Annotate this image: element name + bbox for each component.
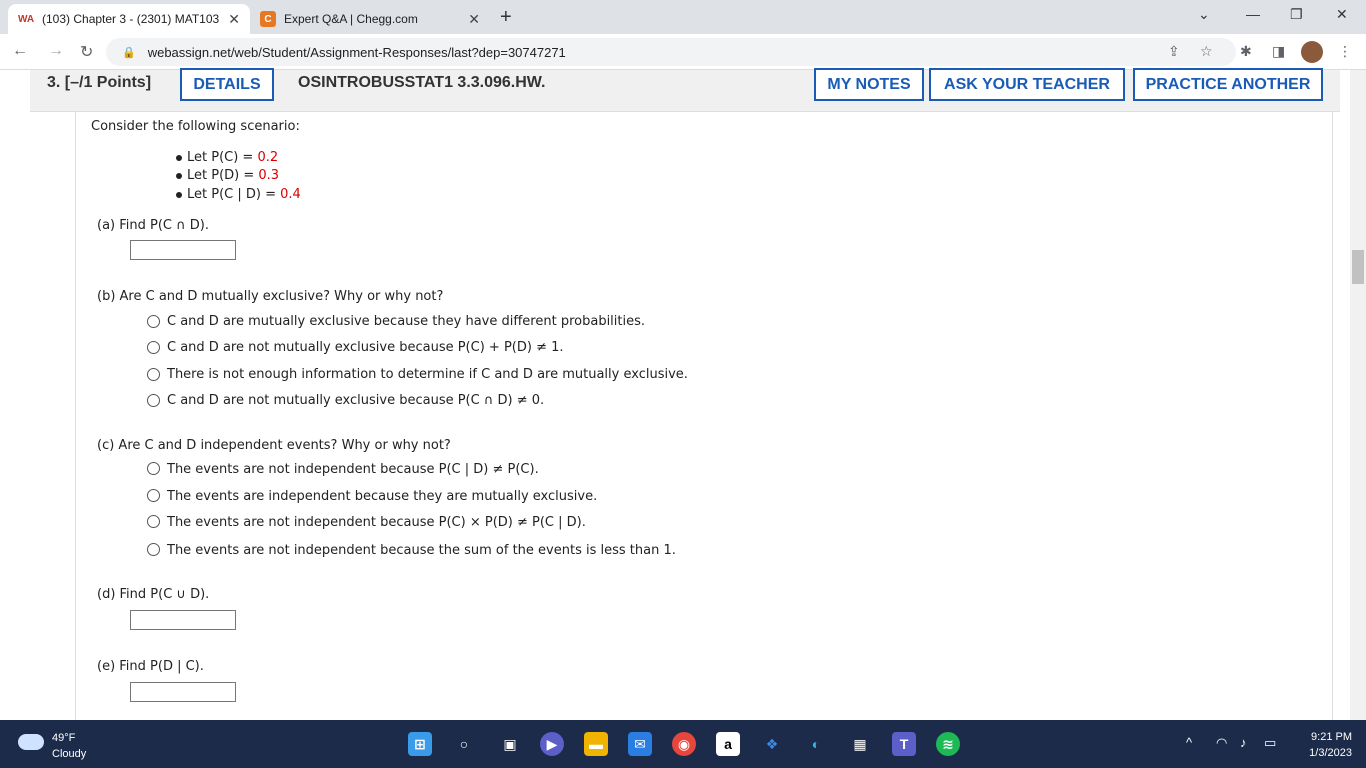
temperature: 49°F bbox=[52, 732, 76, 744]
edge-icon[interactable]: ◐ bbox=[804, 732, 828, 756]
restore-icon[interactable]: ❐ bbox=[1290, 6, 1303, 23]
part-b-option-radio[interactable] bbox=[147, 394, 160, 407]
scenario-intro: Consider the following scenario: bbox=[91, 119, 300, 134]
webassign-favicon-icon: WA bbox=[17, 13, 35, 25]
amazon-icon[interactable]: a bbox=[716, 732, 740, 756]
part-a-answer-input[interactable] bbox=[130, 240, 236, 260]
new-tab-icon[interactable]: + bbox=[500, 6, 512, 29]
scrollbar-thumb[interactable] bbox=[1352, 250, 1364, 284]
part-c-option-radio[interactable] bbox=[147, 462, 160, 475]
part-b-prompt: (b) Are C and D mutually exclusive? Why … bbox=[97, 289, 444, 304]
taskbar: 49°F Cloudy ⊞ ○ ▣ ▶ ▬ ✉ ◉ a ❖ ◐ ▦ T ≋ ^ … bbox=[0, 720, 1366, 768]
volume-icon[interactable]: ♪ bbox=[1240, 735, 1247, 750]
cloud-weather-icon bbox=[18, 734, 44, 750]
page-scrollbar[interactable] bbox=[1350, 70, 1366, 720]
weather-widget[interactable]: 49°F Cloudy bbox=[52, 730, 86, 762]
address-bar: ← → ↻ 🔒 webassign.net/web/Student/Assign… bbox=[0, 34, 1366, 70]
part-d-answer-input[interactable] bbox=[130, 610, 236, 630]
chegg-favicon-icon: C bbox=[260, 11, 276, 27]
question-code: OSINTROBUSSTAT1 3.3.096.HW. bbox=[298, 74, 546, 91]
question-number: 3. [–/1 Points] bbox=[47, 74, 152, 91]
tab-search-chevron-icon[interactable]: ⌄ bbox=[1198, 6, 1210, 23]
part-e-answer-input[interactable] bbox=[130, 682, 236, 702]
show-hidden-icons-icon[interactable]: ^ bbox=[1186, 735, 1192, 750]
part-a-prompt: (a) Find P(C ∩ D). bbox=[97, 218, 209, 233]
close-tab-icon[interactable]: ✕ bbox=[228, 11, 240, 28]
dropbox-icon[interactable]: ❖ bbox=[760, 732, 784, 756]
share-icon[interactable]: ⇪ bbox=[1168, 43, 1180, 60]
task-view-icon[interactable]: ▣ bbox=[498, 732, 522, 756]
part-e-prompt: (e) Find P(D | C). bbox=[97, 659, 204, 674]
file-explorer-icon[interactable]: ▬ bbox=[584, 732, 608, 756]
part-b-option-label: There is not enough information to deter… bbox=[167, 367, 688, 382]
question-header: 3. [–/1 Points] DETAILS OSINTROBUSSTAT1 … bbox=[30, 68, 1340, 112]
part-c-option-radio[interactable] bbox=[147, 543, 160, 556]
bookmark-star-icon[interactable]: ☆ bbox=[1200, 43, 1213, 60]
weather-condition: Cloudy bbox=[52, 748, 87, 760]
tab-webassign[interactable]: WA (103) Chapter 3 - (2301) MAT103 ✕ bbox=[8, 4, 250, 34]
part-c-prompt: (c) Are C and D independent events? Why … bbox=[97, 438, 451, 453]
part-b-option-label: C and D are not mutually exclusive becau… bbox=[167, 393, 545, 408]
tab-bar: WA (103) Chapter 3 - (2301) MAT103 ✕ C E… bbox=[0, 0, 1366, 34]
spotify-icon[interactable]: ≋ bbox=[936, 732, 960, 756]
scenario-item: Let P(C | D) = 0.4 bbox=[187, 187, 301, 202]
my-notes-button[interactable]: MY NOTES bbox=[814, 68, 924, 101]
part-c-option-label: The events are not independent because P… bbox=[167, 515, 586, 530]
scenario-item: Let P(C) = 0.2 bbox=[187, 150, 279, 165]
minimize-icon[interactable]: — bbox=[1246, 6, 1260, 22]
battery-icon[interactable]: ▭ bbox=[1264, 735, 1276, 751]
bullet-icon bbox=[176, 155, 182, 161]
teams-icon[interactable]: T bbox=[892, 732, 916, 756]
avatar[interactable] bbox=[1301, 41, 1323, 63]
tab-chegg[interactable]: C Expert Q&A | Chegg.com ✕ bbox=[250, 4, 490, 34]
part-c-option-label: The events are not independent because P… bbox=[167, 462, 539, 477]
part-b-option-label: C and D are mutually exclusive because t… bbox=[167, 314, 646, 329]
menu-dots-icon[interactable]: ⋮ bbox=[1338, 43, 1352, 60]
part-d-prompt: (d) Find P(C ∪ D). bbox=[97, 587, 210, 602]
tab-title: (103) Chapter 3 - (2301) MAT103 bbox=[42, 12, 220, 26]
bullet-icon bbox=[176, 173, 182, 179]
part-c-option-label: The events are not independent because t… bbox=[167, 543, 676, 558]
part-b-option-radio[interactable] bbox=[147, 341, 160, 354]
practice-another-button[interactable]: PRACTICE ANOTHER bbox=[1133, 68, 1323, 101]
url-field[interactable]: 🔒 webassign.net/web/Student/Assignment-R… bbox=[106, 38, 1236, 66]
part-c-option-radio[interactable] bbox=[147, 489, 160, 502]
chat-icon[interactable]: ▶ bbox=[540, 732, 564, 756]
sidepanel-icon[interactable]: ◨ bbox=[1272, 43, 1285, 60]
part-b-option-radio[interactable] bbox=[147, 315, 160, 328]
close-window-icon[interactable]: ✕ bbox=[1336, 6, 1348, 23]
clock[interactable]: 9:21 PM 1/3/2023 bbox=[1296, 729, 1352, 761]
search-icon[interactable]: ○ bbox=[452, 732, 476, 756]
windows-start-icon[interactable]: ⊞ bbox=[408, 732, 432, 756]
ask-teacher-button[interactable]: ASK YOUR TEACHER bbox=[929, 68, 1125, 101]
close-tab-icon[interactable]: ✕ bbox=[468, 11, 480, 28]
clock-time: 9:21 PM bbox=[1311, 731, 1352, 743]
part-c-option-label: The events are independent because they … bbox=[167, 489, 598, 504]
chrome-icon[interactable]: ◉ bbox=[672, 732, 696, 756]
scenario-item: Let P(D) = 0.3 bbox=[187, 168, 280, 183]
reload-icon[interactable]: ↻ bbox=[80, 42, 93, 62]
mail-icon[interactable]: ✉ bbox=[628, 732, 652, 756]
extensions-icon[interactable]: ✱ bbox=[1240, 43, 1252, 60]
url-text: webassign.net/web/Student/Assignment-Res… bbox=[147, 44, 566, 60]
forward-icon[interactable]: → bbox=[48, 42, 64, 60]
details-button[interactable]: DETAILS bbox=[180, 68, 274, 101]
question-body: Consider the following scenario: Let P(C… bbox=[75, 112, 1333, 720]
app-grid-icon[interactable]: ▦ bbox=[848, 732, 872, 756]
lock-icon: 🔒 bbox=[122, 46, 136, 59]
clock-date: 1/3/2023 bbox=[1309, 747, 1352, 759]
part-b-option-label: C and D are not mutually exclusive becau… bbox=[167, 340, 564, 355]
part-c-option-radio[interactable] bbox=[147, 515, 160, 528]
tab-title: Expert Q&A | Chegg.com bbox=[284, 12, 418, 26]
bullet-icon bbox=[176, 192, 182, 198]
back-icon[interactable]: ← bbox=[12, 42, 28, 60]
part-b-option-radio[interactable] bbox=[147, 368, 160, 381]
wifi-icon[interactable]: ◠ bbox=[1216, 735, 1227, 751]
